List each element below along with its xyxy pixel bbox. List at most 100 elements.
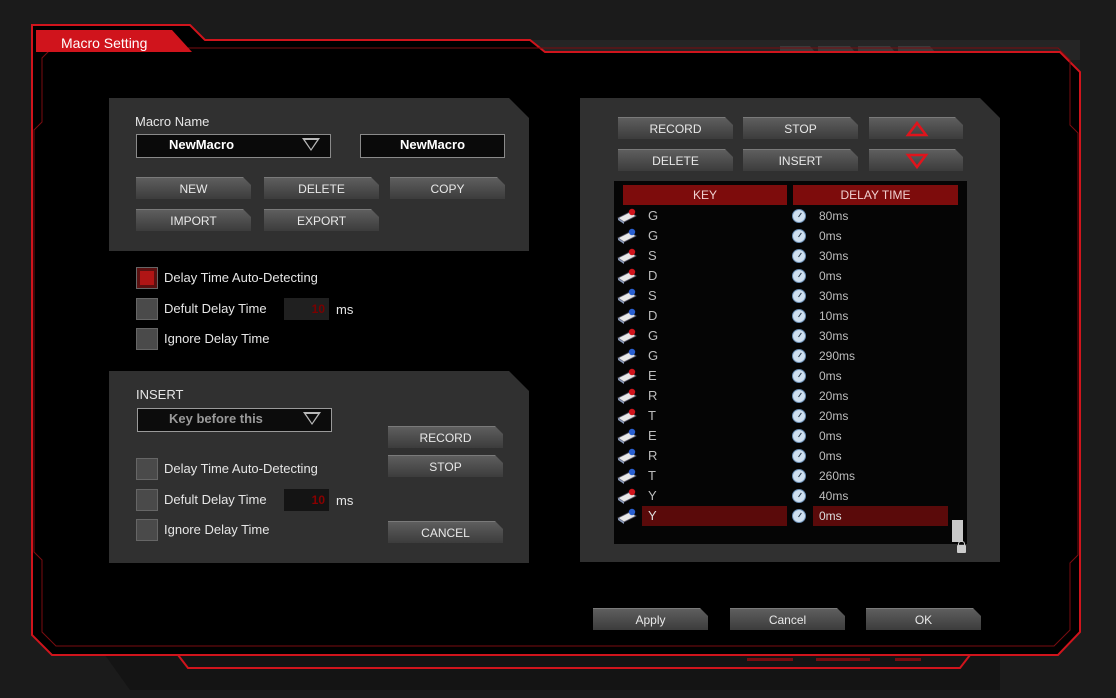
event-key: D <box>648 308 658 323</box>
window-title: Macro Setting <box>61 35 148 51</box>
keyboard-release-icon <box>617 468 637 484</box>
keyboard-press-icon <box>617 248 637 264</box>
triangle-up-icon <box>869 118 963 140</box>
event-delay: 20ms <box>819 409 849 423</box>
macro-event-row[interactable]: E 0ms <box>614 366 967 386</box>
event-delay: 30ms <box>819 289 849 303</box>
event-key: Y <box>648 488 657 503</box>
default-delay-input[interactable]: 10 <box>284 298 329 320</box>
event-key: G <box>648 208 659 223</box>
cancel-button[interactable]: Cancel <box>730 608 845 630</box>
ok-button[interactable]: OK <box>866 608 981 630</box>
clock-icon <box>792 309 806 323</box>
keyboard-press-icon <box>617 488 637 504</box>
macro-event-row[interactable]: G 30ms <box>614 326 967 346</box>
insert-ignore-delay-checkbox[interactable] <box>136 519 158 541</box>
delay-column-header: DELAY TIME <box>793 185 958 205</box>
insert-label: INSERT <box>136 387 184 402</box>
list-scrollbar-thumb[interactable] <box>952 520 963 542</box>
move-down-button[interactable] <box>869 149 963 171</box>
macro-event-row[interactable]: T 20ms <box>614 406 967 426</box>
lock-icon <box>957 541 966 553</box>
editor-delete-button[interactable]: DELETE <box>618 149 733 171</box>
event-key: E <box>648 368 657 383</box>
chevron-down-icon <box>302 138 320 151</box>
macro-event-list[interactable]: KEY DELAY TIME G 80ms G 0ms S 30ms D 0ms S 30ms D 1… <box>614 181 967 544</box>
triangle-down-icon <box>869 150 963 172</box>
auto-detect-label: Delay Time Auto-Detecting <box>164 270 318 285</box>
clock-icon <box>792 289 806 303</box>
clock-icon <box>792 229 806 243</box>
keyboard-press-icon <box>617 388 637 404</box>
event-delay: 260ms <box>819 469 856 483</box>
editor-record-button[interactable]: RECORD <box>618 117 733 139</box>
move-up-button[interactable] <box>869 117 963 139</box>
clock-icon <box>792 469 806 483</box>
event-key: G <box>648 228 659 243</box>
keyboard-press-icon <box>617 208 637 224</box>
keyboard-release-icon <box>617 428 637 444</box>
copy-macro-button[interactable]: COPY <box>390 177 505 199</box>
chevron-down-icon <box>303 412 321 425</box>
macro-event-row[interactable]: G 0ms <box>614 226 967 246</box>
apply-button[interactable]: Apply <box>593 608 708 630</box>
event-delay: 0ms <box>819 369 842 383</box>
macro-event-row[interactable]: S 30ms <box>614 246 967 266</box>
macro-event-row[interactable]: Y 40ms <box>614 486 967 506</box>
new-macro-button[interactable]: NEW <box>136 177 251 199</box>
keyboard-press-icon <box>617 368 637 384</box>
event-key: T <box>648 408 656 423</box>
editor-insert-button[interactable]: INSERT <box>743 149 858 171</box>
event-key: R <box>648 448 658 463</box>
macro-event-row[interactable]: Y 0ms <box>614 506 967 526</box>
macro-name-select[interactable]: NewMacro <box>136 134 331 158</box>
macro-name-label: Macro Name <box>135 114 210 129</box>
macro-event-row[interactable]: R 0ms <box>614 446 967 466</box>
insert-stop-button[interactable]: STOP <box>388 455 503 477</box>
event-key: Y <box>642 506 787 526</box>
macro-name-input[interactable]: NewMacro <box>360 134 505 158</box>
insert-default-delay-unit: ms <box>336 493 354 508</box>
clock-icon <box>792 269 806 283</box>
auto-detect-checkbox[interactable] <box>136 267 158 289</box>
keyboard-release-icon <box>617 348 637 364</box>
insert-position-value: Key before this <box>169 411 263 426</box>
macro-event-row[interactable]: T 260ms <box>614 466 967 486</box>
event-delay: 20ms <box>819 389 849 403</box>
macro-event-row[interactable]: E 0ms <box>614 426 967 446</box>
import-macro-button[interactable]: IMPORT <box>136 209 251 231</box>
insert-auto-detect-label: Delay Time Auto-Detecting <box>164 461 318 476</box>
clock-icon <box>792 369 806 383</box>
editor-stop-button[interactable]: STOP <box>743 117 858 139</box>
event-delay: 10ms <box>819 309 849 323</box>
event-key: S <box>648 248 657 263</box>
clock-icon <box>792 489 806 503</box>
insert-cancel-button[interactable]: CANCEL <box>388 521 503 543</box>
insert-default-delay-label: Defult Delay Time <box>164 492 267 507</box>
insert-auto-detect-checkbox[interactable] <box>136 458 158 480</box>
delete-macro-button[interactable]: DELETE <box>264 177 379 199</box>
insert-position-select[interactable]: Key before this <box>137 408 332 432</box>
event-delay: 0ms <box>819 269 842 283</box>
event-delay: 30ms <box>819 249 849 263</box>
event-delay: 0ms <box>819 429 842 443</box>
macro-event-row[interactable]: G 80ms <box>614 206 967 226</box>
insert-default-delay-checkbox[interactable] <box>136 489 158 511</box>
macro-event-row[interactable]: G 290ms <box>614 346 967 366</box>
keyboard-release-icon <box>617 448 637 464</box>
key-column-header: KEY <box>623 185 787 205</box>
event-delay: 0ms <box>819 229 842 243</box>
ignore-delay-checkbox[interactable] <box>136 328 158 350</box>
event-delay: 30ms <box>819 329 849 343</box>
insert-default-delay-input[interactable]: 10 <box>284 489 329 511</box>
event-key: G <box>648 348 659 363</box>
macro-event-row[interactable]: D 10ms <box>614 306 967 326</box>
insert-record-button[interactable]: RECORD <box>388 426 503 448</box>
macro-event-row[interactable]: D 0ms <box>614 266 967 286</box>
export-macro-button[interactable]: EXPORT <box>264 209 379 231</box>
macro-event-row[interactable]: R 20ms <box>614 386 967 406</box>
keyboard-release-icon <box>617 308 637 324</box>
event-key: S <box>648 288 657 303</box>
macro-event-row[interactable]: S 30ms <box>614 286 967 306</box>
default-delay-checkbox[interactable] <box>136 298 158 320</box>
